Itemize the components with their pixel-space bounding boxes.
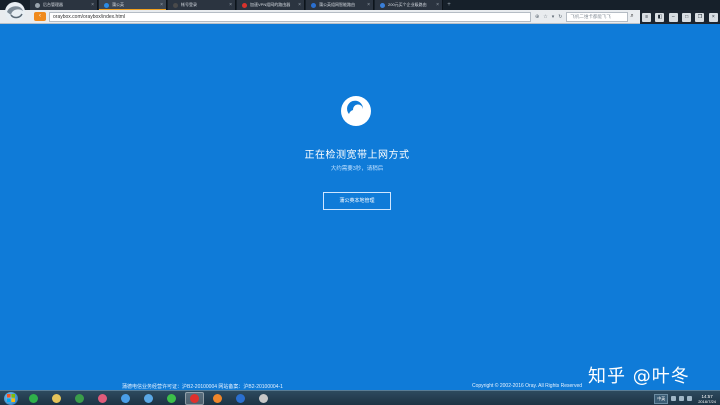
browser-tab[interactable]: 后台管理器 × (30, 0, 98, 10)
browser-tab[interactable]: 加速VPN组网的路由器 × (237, 0, 305, 10)
address-actions: ⊕ ☆ ▾ ↻ (535, 12, 562, 22)
windows-logo-icon (7, 394, 15, 402)
media-app-icon (213, 393, 222, 403)
page-title: 正在检测宽带上网方式 (304, 150, 410, 161)
tab-label: 加速VPN组网的路由器 (250, 2, 291, 7)
system-tray: 中英 14:57 2016/7/24 (654, 392, 716, 405)
tray-volume-icon[interactable] (679, 396, 685, 401)
tab-favicon-icon (311, 2, 316, 8)
tools-app-button[interactable] (254, 392, 273, 405)
media-app-button[interactable] (208, 392, 227, 405)
new-tab-icon[interactable]: + (444, 0, 454, 10)
weibo-app-button[interactable] (185, 391, 204, 405)
start-button[interactable] (4, 391, 18, 405)
menu-icon[interactable]: ≡ (642, 12, 652, 22)
browser-tab[interactable]: 蒲公英组网智能路由 × (306, 0, 374, 10)
page-subtitle: 大约需要3秒，请稍后 (330, 166, 384, 172)
maximize-icon[interactable]: □ (682, 12, 692, 22)
tab-favicon-icon (380, 2, 385, 8)
tab-list: 后台管理器 × 蒲公英 × 帐号登录 × 加速VPN组网的路由器 × 蒲公英组网智能路由 × 200… (30, 0, 444, 10)
weibo-app-icon (190, 393, 199, 403)
explorer-app-button[interactable] (47, 392, 66, 405)
oray-page: 正在检测宽带上网方式 大约需要3秒，请稍后 蒲公英本地管理 蒲德电信业务经营许可… (0, 24, 720, 390)
tab-close-icon[interactable]: × (367, 0, 370, 10)
word-app-icon (236, 393, 245, 403)
photos-app-button[interactable] (93, 392, 112, 405)
browser-tab[interactable]: 帐号登录 × (168, 0, 236, 10)
search-input[interactable]: 飞机二维卡都能飞飞 (566, 11, 629, 22)
zhihu-watermark: 知乎 @叶冬 (588, 366, 690, 387)
browser-app-button[interactable] (139, 392, 158, 405)
refresh-icon[interactable]: ↻ (558, 12, 562, 22)
tab-label: 200元买个企业级路由 (388, 2, 427, 7)
compat-icon[interactable]: ⊕ (535, 12, 539, 22)
tab-favicon-icon (173, 2, 178, 8)
photos-app-icon (98, 393, 107, 403)
tab-close-icon[interactable]: × (91, 0, 94, 10)
terminal-app-button[interactable] (24, 392, 43, 405)
wechat-app-icon (167, 393, 176, 403)
oray-logo-icon (341, 96, 371, 126)
search-icon[interactable]: ⌕ (630, 13, 633, 20)
tab-label: 蒲公英组网智能路由 (319, 2, 355, 7)
taskbar-apps (24, 391, 273, 405)
copyright-text: Copyright © 2002-2016 Oray. All Rights R… (472, 383, 583, 389)
tab-close-icon[interactable]: × (229, 0, 232, 10)
tab-favicon-icon (242, 2, 247, 8)
ime-indicator[interactable]: 中英 (654, 393, 669, 404)
terminal-app-icon (29, 393, 38, 403)
wechat-app-button[interactable] (162, 392, 181, 405)
local-management-button[interactable]: 蒲公英本地管理 (323, 192, 391, 210)
tab-close-icon[interactable]: × (436, 0, 439, 10)
tools-app-icon (259, 393, 268, 403)
chrome-app-button[interactable] (70, 392, 89, 405)
browser-app-icon (144, 393, 153, 403)
address-bar: ‹ oraybox.com/oraybox/index.html ⊕ ☆ ▾ ↻… (0, 10, 720, 24)
qq-app-icon (121, 393, 130, 403)
browser-logo-icon[interactable] (2, 0, 28, 24)
tab-favicon-icon (35, 2, 40, 8)
tab-favicon-icon (104, 2, 109, 8)
restore-icon[interactable]: ❐ (695, 12, 705, 22)
taskbar: 中英 14:57 2016/7/24 (0, 390, 720, 405)
clock-date: 2016/7/24 (698, 398, 716, 404)
window-controls: ≡ ◧ – □ ❐ × (640, 10, 720, 24)
tray-network-icon[interactable] (671, 396, 677, 401)
url-input[interactable]: oraybox.com/oraybox/index.html (49, 11, 531, 22)
skin-icon[interactable]: ◧ (655, 12, 665, 22)
chrome-app-icon (75, 393, 84, 403)
back-arrow-icon[interactable]: ‹ (34, 12, 46, 21)
bookmark-star-icon[interactable]: ☆ (543, 12, 547, 22)
explorer-app-icon (52, 393, 61, 403)
qq-app-button[interactable] (116, 392, 135, 405)
minimize-icon[interactable]: – (668, 12, 678, 22)
browser-tab[interactable]: 200元买个企业级路由 × (375, 0, 443, 10)
close-icon[interactable]: × (708, 12, 718, 22)
tab-label: 后台管理器 (43, 2, 63, 7)
tab-strip: 后台管理器 × 蒲公英 × 帐号登录 × 加速VPN组网的路由器 × 蒲公英组网智能路由 × 200… (0, 0, 720, 10)
system-clock[interactable]: 14:57 2016/7/24 (698, 394, 716, 404)
browser-tab[interactable]: 蒲公英 × (99, 0, 167, 10)
dropdown-icon[interactable]: ▾ (552, 12, 555, 22)
license-link[interactable]: 蒲德电信业务经营许可证：沪B2-20100004 网站备案：沪B2-201000… (122, 383, 283, 390)
tab-close-icon[interactable]: × (298, 0, 301, 10)
word-app-button[interactable] (231, 392, 250, 405)
tray-flag-icon[interactable] (687, 396, 693, 401)
tab-label: 帐号登录 (181, 2, 197, 7)
